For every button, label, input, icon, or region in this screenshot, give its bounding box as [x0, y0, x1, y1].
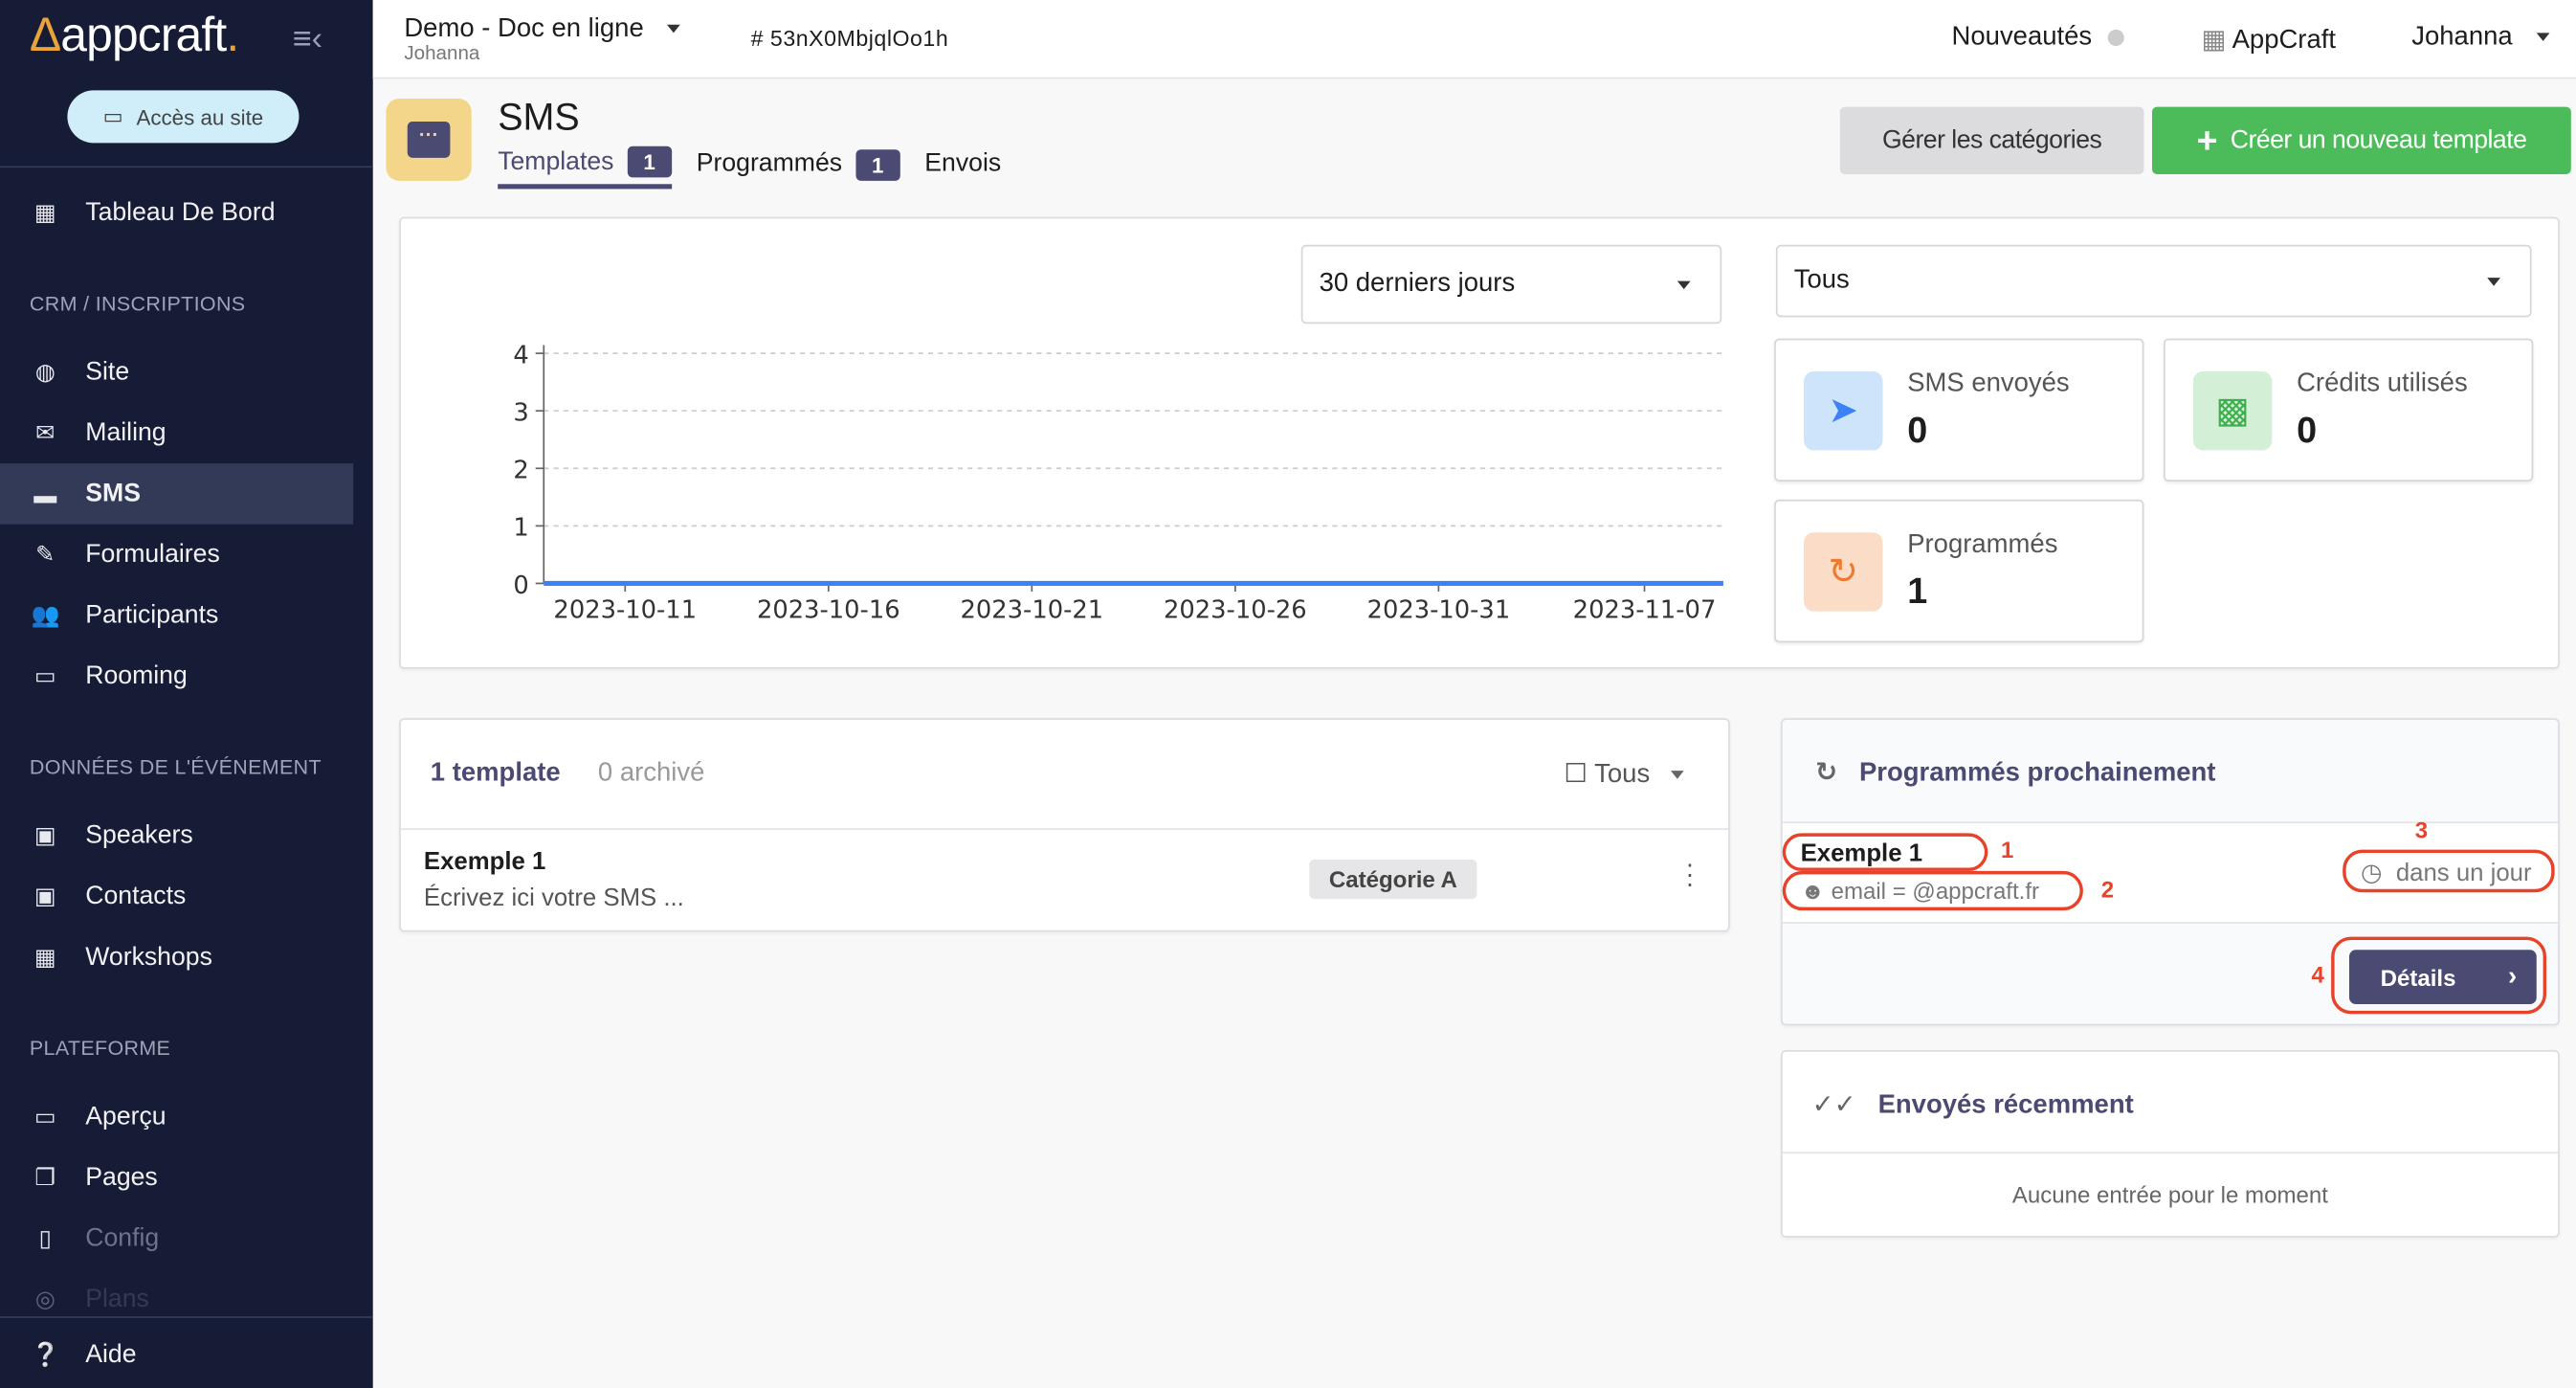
pencil-icon: ✎ [35, 540, 56, 568]
help-icon: ❔ [31, 1340, 60, 1368]
template-row[interactable]: Exemple 1 Écrivez ici votre SMS ... Caté… [401, 830, 1728, 931]
sidebar-item-plans[interactable]: ◎ Plans [0, 1268, 353, 1330]
topbar: Demo - Doc en ligne Johanna # 53nX0Mbjql… [372, 0, 2576, 79]
category-badge: Catégorie A [1309, 859, 1477, 900]
sidebar-item-sms[interactable]: ▬ SMS [0, 463, 354, 525]
y-tick-label: 3 [513, 399, 528, 428]
y-tick-label: 2 [513, 457, 528, 485]
x-tick-label: 2023-10-11 [553, 596, 697, 625]
bed-icon: ▭ [33, 661, 56, 689]
annotation-3: 3 [2414, 817, 2429, 843]
org-link[interactable]: ▦ AppCraft [2202, 23, 2336, 56]
x-tick-label: 2023-10-26 [1164, 596, 1307, 625]
sidebar-item-contacts[interactable]: ▣ Contacts [0, 866, 353, 928]
sms-page-icon: ··· [386, 99, 472, 181]
sidebar-item-pages[interactable]: ❐ Pages [0, 1147, 353, 1208]
template-count: 1 template [430, 759, 561, 788]
sidebar-item-speakers[interactable]: ▣ Speakers [0, 805, 353, 866]
sidebar-section: CRM / INSCRIPTIONS [29, 292, 246, 316]
pages-icon: ❐ [34, 1163, 56, 1190]
sidebar-section: DONNÉES DE L'ÉVÉNEMENT [29, 755, 322, 779]
money-icon: ▩ [2192, 370, 2273, 451]
annotation-2: 2 [2100, 876, 2115, 903]
news-link[interactable]: Nouveautés [1952, 23, 2125, 53]
y-tick-label: 0 [513, 571, 528, 600]
annotation-1: 1 [2001, 836, 2014, 863]
annotation-4: 4 [2311, 961, 2324, 988]
sidebar-item-mailing[interactable]: ✉ Mailing [0, 403, 353, 464]
sidebar-item-rooming[interactable]: ▭ Rooming [0, 646, 353, 707]
project-id: # 53nX0MbjqlOo1h [750, 26, 949, 52]
tab-programmes[interactable]: Programmés 1 [697, 146, 900, 190]
x-tick-label: 2023-11-07 [1573, 596, 1717, 625]
config-icon: ▯ [38, 1224, 52, 1251]
sidebar-item-tableau de bord[interactable]: ▦ Tableau De Bord [0, 183, 353, 244]
sms-icon: ▬ [33, 481, 57, 507]
calendar-icon: ▦ [33, 943, 56, 970]
users-icon: 👥 [31, 601, 60, 628]
type-select[interactable]: Tous [1775, 244, 2532, 318]
id-badge-icon: ▣ [33, 821, 56, 848]
x-tick-label: 2023-10-31 [1367, 596, 1511, 625]
create-template-button[interactable]: + Créer un nouveau template [2152, 106, 2571, 174]
globe-icon: ◍ [34, 358, 56, 385]
envelope-icon: ✉ [35, 418, 56, 446]
project-selector[interactable]: Demo - Doc en ligne Johanna [404, 14, 681, 64]
manage-categories-button[interactable]: Gérer les catégories [1839, 106, 2144, 174]
page-title: SMS [498, 95, 580, 139]
stat-sms-sent: ➤ SMS envoyés 0 [1774, 338, 2144, 482]
template-filter[interactable]: ☐ Tous [1564, 757, 1684, 790]
refresh-clock-icon: ↻ [1804, 532, 1883, 612]
tab-envois[interactable]: Envois [924, 146, 1001, 190]
user-menu[interactable]: Johanna [2411, 23, 2550, 53]
empty-message: Aucune entrée pour le moment [2011, 1181, 2328, 1208]
history-icon: ↻ [1815, 759, 1838, 788]
send-icon: ➤ [1804, 370, 1883, 451]
double-check-icon: ✓✓ [1811, 1090, 1856, 1120]
collapse-sidebar-icon[interactable]: ≡‹ [293, 21, 322, 58]
dashboard-icon: ▦ [33, 198, 56, 226]
stat-scheduled: ↻ Programmés 1 [1774, 499, 2144, 643]
period-select[interactable]: 30 derniers jours [1300, 244, 1722, 325]
sidebar-item-formulaires[interactable]: ✎ Formulaires [0, 525, 353, 586]
tab-templates[interactable]: Templates 1 [498, 146, 672, 190]
laptop-icon: ▭ [33, 1102, 56, 1130]
bookmark-icon: ☐ [1564, 760, 1588, 790]
monitor-icon: ▭ [102, 103, 123, 128]
sidebar-item-aperçu[interactable]: ▭ Aperçu [0, 1086, 353, 1148]
stat-credits: ▩ Crédits utilisés 0 [2164, 338, 2534, 482]
help-link[interactable]: ❔ Aide [0, 1325, 353, 1386]
logo[interactable]: Δappcraft. [30, 10, 239, 64]
sidebar: Δappcraft. ≡‹ ▭ Accès au site ▦ Tableau De… [0, 0, 373, 1388]
sidebar-item-workshops[interactable]: ▦ Workshops [0, 927, 353, 988]
archived-link[interactable]: 0 archivé [598, 759, 704, 789]
templates-card: 1 template 0 archivé ☐ Tous Exemple 1 Éc… [399, 718, 1730, 932]
more-options-icon[interactable]: · · · [1685, 852, 1694, 898]
y-tick-label: 4 [513, 341, 528, 369]
sidebar-item-participants[interactable]: 👥 Participants [0, 585, 353, 646]
site-access-button[interactable]: ▭ Accès au site [67, 90, 300, 144]
building-icon: ▦ [2201, 26, 2227, 55]
sidebar-item-config[interactable]: ▯ Config [0, 1208, 353, 1269]
id-badge-icon: ▣ [33, 882, 56, 909]
recent-card: ✓✓ Envoyés récemment Aucune entrée pour … [1781, 1050, 2560, 1238]
sidebar-item-site[interactable]: ◍ Site [0, 342, 353, 403]
map-icon: ◎ [34, 1285, 56, 1312]
y-tick-label: 1 [513, 514, 528, 543]
x-tick-label: 2023-10-16 [757, 596, 900, 625]
x-tick-label: 2023-10-21 [960, 596, 1103, 625]
sidebar-section: PLATEFORME [29, 1037, 171, 1061]
